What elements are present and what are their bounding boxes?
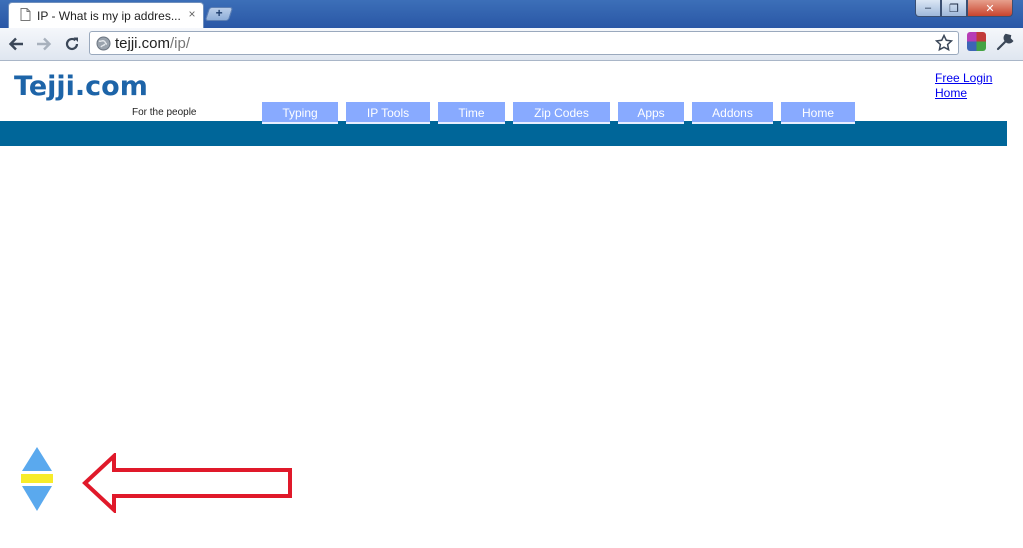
browser-tab[interactable]: IP - What is my ip addres... ×	[8, 2, 204, 28]
page-content: Tejji.com For the people Typing IP Tools…	[0, 61, 1007, 548]
scroll-widget	[20, 446, 54, 512]
tab-close-icon[interactable]: ×	[185, 7, 199, 21]
browser-titlebar: IP - What is my ip addres... × + – ❐ ✕	[0, 0, 1023, 28]
top-links: Free Login Home	[935, 71, 992, 101]
forward-icon[interactable]	[33, 33, 55, 55]
page-favicon-icon	[20, 8, 31, 26]
reload-icon[interactable]	[61, 33, 83, 55]
scroll-down-icon[interactable]	[22, 486, 52, 511]
free-login-link[interactable]: Free Login	[935, 71, 992, 86]
url-text: tejji.com/ip/	[115, 35, 190, 52]
scroll-bar-icon	[21, 474, 53, 483]
main-nav: Typing IP Tools Time Zip Codes Apps Addo…	[262, 102, 855, 124]
url-path: /ip/	[170, 35, 191, 52]
plus-icon: +	[215, 6, 223, 20]
window-controls: – ❐ ✕	[915, 0, 1013, 18]
annotation-arrow-icon	[82, 451, 294, 518]
site-logo[interactable]: Tejji.com	[14, 71, 148, 102]
home-link[interactable]: Home	[935, 86, 992, 101]
extension-icon[interactable]	[967, 32, 986, 51]
nav-item-time[interactable]: Time	[438, 102, 505, 124]
scroll-up-icon[interactable]	[22, 447, 52, 471]
close-window-button[interactable]: ✕	[967, 0, 1013, 17]
back-icon[interactable]	[5, 33, 27, 55]
maximize-button[interactable]: ❐	[941, 0, 967, 17]
nav-item-addons[interactable]: Addons	[692, 102, 773, 124]
browser-toolbar: tejji.com/ip/	[0, 28, 1023, 61]
url-host: tejji.com	[115, 35, 171, 52]
nav-item-typing[interactable]: Typing	[262, 102, 338, 124]
minimize-button[interactable]: –	[915, 0, 941, 17]
wrench-icon[interactable]	[996, 33, 1014, 56]
new-tab-button[interactable]: +	[204, 6, 234, 21]
nav-item-apps[interactable]: Apps	[618, 102, 684, 124]
globe-icon	[96, 36, 111, 56]
bookmark-star-icon[interactable]	[934, 33, 954, 57]
nav-item-home[interactable]: Home	[781, 102, 855, 124]
site-tagline: For the people	[132, 107, 197, 118]
address-bar[interactable]: tejji.com/ip/	[89, 31, 959, 55]
header-bar	[0, 121, 1007, 146]
nav-item-ip-tools[interactable]: IP Tools	[346, 102, 430, 124]
nav-item-zip-codes[interactable]: Zip Codes	[513, 102, 610, 124]
tab-title: IP - What is my ip addres...	[37, 9, 181, 23]
